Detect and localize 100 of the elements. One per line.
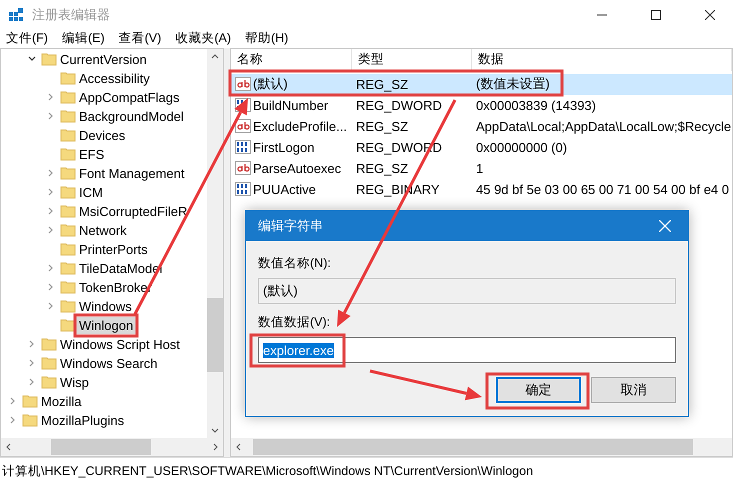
tree-item[interactable]: Winlogon [76, 316, 136, 334]
chevron-right-icon[interactable] [28, 340, 36, 348]
folder-icon [60, 318, 76, 332]
folder-icon [60, 204, 76, 218]
folder-icon [60, 299, 76, 314]
tree-item[interactable]: MozillaPlugins [38, 412, 128, 429]
folder-icon [41, 337, 57, 352]
folder-icon [60, 242, 76, 256]
value-name: BuildNumber [253, 98, 328, 113]
value-row[interactable]: ParseAutoexec REG_SZ 1 [231, 158, 732, 179]
value-name: FirstLogon [253, 140, 314, 155]
chevron-right-icon[interactable] [46, 169, 54, 178]
tree-item[interactable]: ICM [76, 184, 106, 201]
registry-app-icon [8, 7, 24, 23]
folder-icon [60, 128, 76, 142]
folder-icon [60, 109, 76, 124]
value-type: REG_SZ [356, 76, 408, 92]
string-value-icon [235, 118, 251, 134]
folder-icon [22, 413, 38, 428]
scrollbar-thumb[interactable] [207, 298, 223, 372]
folder-icon [60, 223, 76, 238]
tree-item[interactable]: Network [76, 222, 130, 239]
chevron-right-icon[interactable] [8, 397, 16, 406]
scroll-right-icon[interactable] [213, 443, 219, 452]
chevron-right-icon[interactable] [46, 112, 54, 120]
value-data: 1 [476, 160, 484, 176]
binary-value-icon [235, 181, 251, 198]
tree-item[interactable]: Font Management [76, 164, 188, 182]
vertical-scrollbar[interactable] [207, 48, 223, 438]
value-name: (默认) [253, 75, 288, 94]
folder-icon [60, 166, 76, 180]
scroll-down-icon[interactable] [211, 428, 219, 434]
chevron-right-icon[interactable] [46, 302, 54, 310]
scrollbar-thumb[interactable] [51, 439, 151, 456]
folder-icon [41, 52, 57, 66]
value-type: REG_DWORD [356, 98, 442, 113]
folder-icon [41, 356, 57, 370]
chevron-right-icon[interactable] [46, 283, 54, 292]
menu-item[interactable]: 收藏夹(A) [175, 30, 231, 48]
chevron-right-icon[interactable] [46, 207, 54, 216]
tree-item[interactable]: Devices [76, 126, 128, 144]
value-row[interactable]: (默认) REG_SZ (数值未设置) [231, 74, 732, 95]
chevron-down-icon[interactable] [28, 55, 36, 64]
value-data: 0x00000000 (0) [476, 140, 568, 155]
ok-button[interactable]: 确定 [496, 377, 581, 403]
field-label: 数值数据(V): [258, 314, 332, 331]
value-name: ExcludeProfile... [253, 118, 347, 134]
tree-item[interactable]: Windows Script Host [57, 336, 183, 353]
value-data: (数值未设置) [476, 75, 550, 94]
binary-value-icon [235, 139, 251, 156]
tree-item[interactable]: AppCompatFlags [76, 88, 182, 106]
value-data: 45 9d bf 5e 03 00 65 00 71 00 54 00 bf e4 0 [476, 182, 729, 197]
horizontal-scrollbar[interactable] [1, 438, 223, 456]
chevron-right-icon[interactable] [28, 359, 36, 368]
tree-item[interactable]: Accessibility [76, 70, 153, 87]
close-icon [705, 10, 715, 20]
value-name-field[interactable]: (默认) [258, 278, 676, 304]
folder-icon [60, 280, 76, 294]
scroll-up-icon[interactable] [211, 52, 219, 59]
value-type: REG_SZ [356, 160, 408, 176]
tree-item[interactable]: CurrentVersion [57, 50, 150, 68]
folder-icon [60, 71, 76, 86]
folder-icon [22, 394, 38, 408]
scrollbar-thumb[interactable] [253, 439, 693, 456]
column-header[interactable]: 名称 [231, 48, 352, 71]
menu-item[interactable]: 编辑(E) [62, 30, 105, 48]
tree-item[interactable]: BackgroundModel [76, 108, 187, 125]
scroll-left-icon[interactable] [5, 443, 11, 452]
string-value-icon [235, 160, 251, 176]
chevron-right-icon[interactable] [28, 378, 36, 386]
highlight-frame [74, 314, 138, 338]
tree-item[interactable]: PrinterPorts [76, 240, 151, 258]
chevron-right-icon[interactable] [8, 416, 16, 424]
maximize-icon [651, 10, 661, 20]
value-name: ParseAutoexec [253, 160, 342, 176]
horizontal-scrollbar[interactable] [231, 438, 732, 456]
column-header[interactable]: 数据 [472, 48, 732, 71]
tree-item[interactable]: Windows [76, 298, 135, 315]
chevron-right-icon[interactable] [46, 93, 54, 102]
tree-item[interactable]: EFS [76, 146, 108, 163]
status-bar: 计算机\HKEY_CURRENT_USER\SOFTWARE\Microsoft\Windows NT\CurrentVersion\Winlogon [0, 457, 733, 484]
menu-item[interactable]: 查看(V) [118, 30, 162, 48]
menu-item[interactable]: 帮助(H) [244, 30, 288, 48]
tree-item[interactable]: Wisp [57, 374, 92, 391]
folder-icon [60, 185, 76, 200]
tree-item[interactable]: Mozilla [38, 392, 84, 410]
menu-item[interactable]: 文件(F) [6, 30, 48, 48]
value-type: REG_SZ [356, 118, 408, 134]
chevron-right-icon[interactable] [46, 188, 54, 196]
chevron-right-icon[interactable] [46, 264, 54, 272]
chevron-right-icon[interactable] [46, 226, 54, 234]
close-icon [659, 220, 671, 232]
column-header[interactable]: 类型 [352, 48, 472, 71]
field-label: 数值名称(N): [258, 255, 332, 272]
value-data-field[interactable]: explorer.exe [258, 337, 676, 363]
tree-item[interactable]: Windows Search [57, 354, 161, 372]
cancel-button[interactable]: 取消 [591, 377, 676, 403]
tree-item[interactable]: MsiCorruptedFileR [76, 202, 190, 220]
value-row[interactable]: ExcludeProfile... REG_SZ AppData\Local;AppData\LocalLow;$Recycle. [231, 116, 732, 137]
scroll-left-icon[interactable] [235, 443, 241, 452]
